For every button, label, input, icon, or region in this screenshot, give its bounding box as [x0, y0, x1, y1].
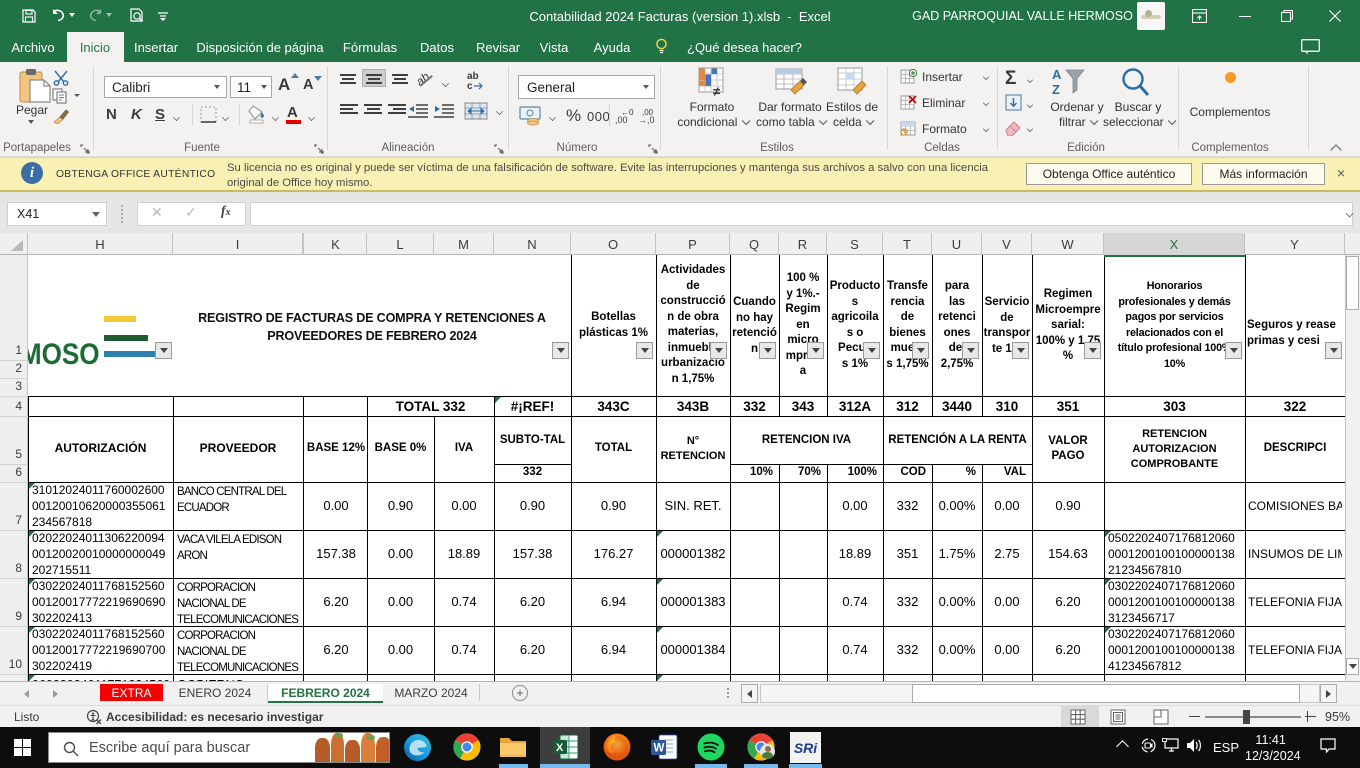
svg-text:≠: ≠ — [713, 84, 720, 98]
svg-text:X: X — [556, 742, 564, 754]
svg-text:,00: ,00 — [615, 115, 628, 125]
svg-text:W: W — [654, 743, 665, 755]
svg-text:Z: Z — [1052, 82, 1060, 97]
svg-text:c: c — [467, 81, 473, 92]
svg-text:A: A — [1052, 67, 1062, 82]
